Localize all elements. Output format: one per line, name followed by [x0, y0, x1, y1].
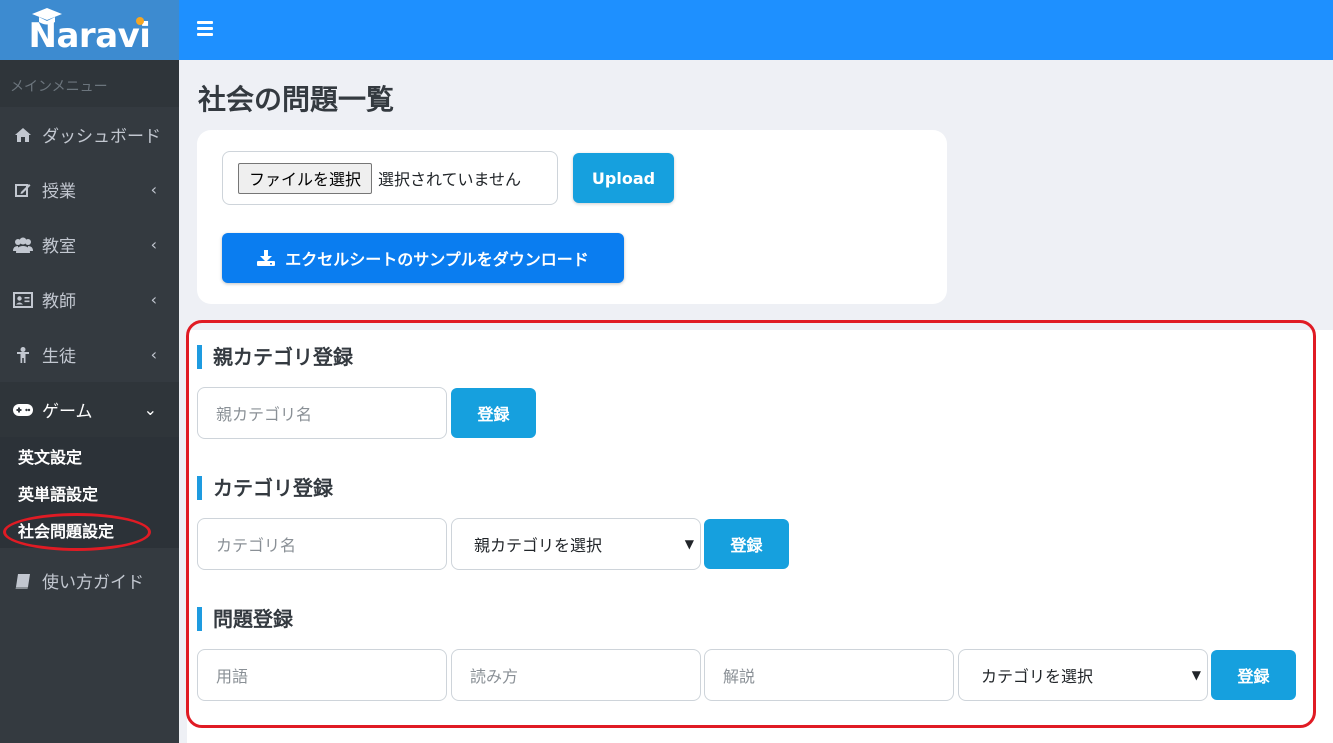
chevron-left-icon: ‹ — [150, 180, 157, 199]
file-status: 選択されていません — [378, 170, 522, 189]
gamepad-icon — [12, 403, 34, 416]
category-select[interactable]: カテゴリを選択 ▼ — [958, 649, 1208, 701]
parent-category-register-button[interactable]: 登録 — [451, 388, 536, 438]
sidebar-item-label: 教室 — [42, 237, 76, 257]
download-sample-button[interactable]: エクセルシートのサンプルをダウンロード — [222, 233, 624, 283]
chevron-left-icon: ‹ — [150, 345, 157, 364]
sidebar-item-teachers[interactable]: 教師 ‹ — [0, 272, 179, 327]
choose-file-button[interactable]: ファイルを選択 — [238, 162, 373, 194]
sidebar-item-label: ダッシュボード — [42, 127, 161, 147]
sidebar-item-classes[interactable]: 授業 ‹ — [0, 162, 179, 217]
chevron-down-icon: ⌄ — [143, 400, 157, 419]
id-card-icon — [12, 291, 34, 308]
parent-category-select[interactable]: 親カテゴリを選択 ▼ — [451, 518, 701, 570]
menu-header: メインメニュー — [0, 60, 179, 107]
game-submenu: 英文設定 英単語設定 社会問題設定 — [0, 437, 179, 551]
select-value: 親カテゴリを選択 — [474, 536, 603, 555]
parent-category-title: 親カテゴリ登録 — [197, 345, 353, 369]
sidebar-item-label: ゲーム — [42, 402, 93, 422]
sidebar-item-game[interactable]: ゲーム ⌄ — [0, 382, 179, 437]
brand-logo[interactable]: Naravi — [0, 0, 179, 60]
category-register-button[interactable]: 登録 — [704, 519, 789, 569]
download-sample-label: エクセルシートのサンプルをダウンロード — [285, 250, 589, 269]
parent-category-name-input[interactable]: 親カテゴリ名 — [197, 387, 447, 439]
sidebar: Naravi メインメニュー ダッシュボード 授業 ‹ 教室 ‹ 教師 ‹ 生徒 — [0, 0, 179, 743]
download-icon — [257, 250, 276, 266]
sidebar-item-label: 生徒 — [42, 347, 76, 367]
sidebar-item-classrooms[interactable]: 教室 ‹ — [0, 217, 179, 272]
upload-card: ファイルを選択 選択されていません Upload エクセルシートのサンプルをダウ… — [197, 130, 947, 304]
sidebar-item-label: 使い方ガイド — [42, 573, 144, 593]
chevron-down-icon: ▼ — [1191, 668, 1201, 682]
users-icon — [12, 237, 34, 253]
child-icon — [12, 346, 34, 363]
highlight-circle — [3, 513, 151, 551]
chevron-down-icon: ▼ — [684, 537, 694, 551]
sidebar-item-label: 教師 — [42, 292, 76, 312]
submenu-item-english-words[interactable]: 英単語設定 — [0, 474, 179, 511]
sidebar-item-label: 授業 — [42, 182, 76, 202]
question-register-button[interactable]: 登録 — [1211, 650, 1296, 700]
hamburger-menu-icon[interactable] — [197, 21, 213, 39]
sidebar-item-guide[interactable]: 使い方ガイド — [0, 553, 179, 608]
sidebar-item-students[interactable]: 生徒 ‹ — [0, 327, 179, 382]
page-title: 社会の問題一覧 — [198, 83, 395, 116]
term-input[interactable]: 用語 — [197, 649, 447, 701]
select-value: カテゴリを選択 — [981, 667, 1094, 686]
question-title: 問題登録 — [197, 607, 293, 631]
sidebar-item-dashboard[interactable]: ダッシュボード — [0, 107, 179, 162]
submenu-item-social-questions[interactable]: 社会問題設定 — [0, 511, 179, 551]
book-icon — [12, 573, 34, 589]
explanation-input[interactable]: 解説 — [704, 649, 954, 701]
submenu-item-english-sentences[interactable]: 英文設定 — [0, 437, 179, 474]
chevron-left-icon: ‹ — [150, 235, 157, 254]
topbar — [179, 0, 1333, 60]
home-icon — [12, 127, 34, 142]
edit-icon — [12, 182, 34, 198]
category-title: カテゴリ登録 — [197, 476, 333, 500]
file-input[interactable]: ファイルを選択 選択されていません — [222, 151, 558, 205]
upload-button[interactable]: Upload — [573, 153, 674, 203]
chevron-left-icon: ‹ — [150, 290, 157, 309]
category-name-input[interactable]: カテゴリ名 — [197, 518, 447, 570]
brand-name: Naravi — [28, 16, 151, 56]
reading-input[interactable]: 読み方 — [451, 649, 701, 701]
brand-dot — [136, 17, 144, 25]
